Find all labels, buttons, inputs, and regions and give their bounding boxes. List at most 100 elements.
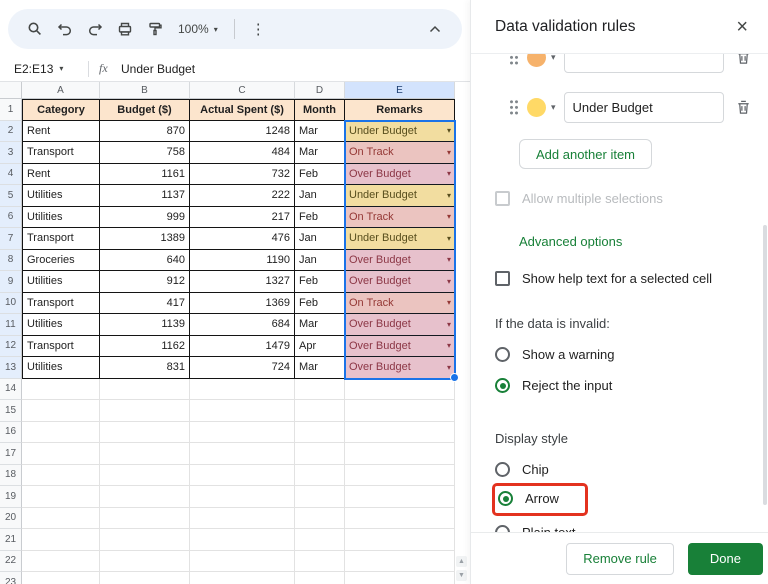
empty-cell[interactable] — [100, 400, 190, 422]
cell[interactable]: 1162 — [100, 336, 190, 358]
empty-cell[interactable] — [295, 572, 345, 584]
empty-cell[interactable] — [22, 572, 100, 584]
cell[interactable]: Mar — [295, 142, 345, 164]
cell[interactable]: Mar — [295, 357, 345, 379]
empty-cell[interactable] — [22, 508, 100, 530]
panel-scrollbar[interactable] — [763, 225, 767, 505]
cell[interactable]: Feb — [295, 293, 345, 315]
empty-cell[interactable] — [22, 551, 100, 573]
cell[interactable]: 1369 — [190, 293, 295, 315]
empty-cell[interactable] — [345, 422, 455, 444]
cell[interactable]: 640 — [100, 250, 190, 272]
dropdown-caret-icon[interactable]: ▾ — [447, 126, 451, 135]
cell[interactable]: 684 — [190, 314, 295, 336]
column-header-E[interactable]: E — [345, 82, 455, 99]
row-number[interactable]: 23 — [0, 572, 22, 584]
cell[interactable]: Rent — [22, 164, 100, 186]
row-number[interactable]: 9 — [0, 271, 22, 293]
cell[interactable]: 1389 — [100, 228, 190, 250]
cell[interactable]: 417 — [100, 293, 190, 315]
cell[interactable]: Mar — [295, 314, 345, 336]
empty-cell[interactable] — [190, 400, 295, 422]
column-header-D[interactable]: D — [295, 82, 345, 99]
select-all-corner[interactable] — [0, 82, 22, 99]
cell[interactable]: Feb — [295, 164, 345, 186]
empty-cell[interactable] — [295, 379, 345, 401]
cell[interactable]: 1161 — [100, 164, 190, 186]
row-number[interactable]: 14 — [0, 379, 22, 401]
column-header-C[interactable]: C — [190, 82, 295, 99]
empty-cell[interactable] — [345, 379, 455, 401]
row-number[interactable]: 16 — [0, 422, 22, 444]
cell[interactable]: 912 — [100, 271, 190, 293]
empty-cell[interactable] — [295, 529, 345, 551]
row-number[interactable]: 12 — [0, 336, 22, 358]
cell-remark[interactable]: Under Budget▾ — [345, 185, 455, 207]
cell-remark[interactable]: On Track▾ — [345, 207, 455, 229]
cell[interactable]: Transport — [22, 336, 100, 358]
cell[interactable]: 1137 — [100, 185, 190, 207]
zoom-control[interactable]: 100% ▾ — [170, 22, 226, 36]
row-number[interactable]: 21 — [0, 529, 22, 551]
cell[interactable]: 476 — [190, 228, 295, 250]
delete-item-icon[interactable] — [732, 99, 754, 116]
empty-cell[interactable] — [295, 465, 345, 487]
cell[interactable]: 758 — [100, 142, 190, 164]
header-cell[interactable]: Category — [22, 99, 100, 121]
empty-cell[interactable] — [190, 572, 295, 584]
radio-chip[interactable]: Chip — [495, 462, 754, 477]
remove-rule-button[interactable]: Remove rule — [566, 543, 674, 575]
dropdown-caret-icon[interactable]: ▾ — [447, 191, 451, 200]
empty-cell[interactable] — [190, 508, 295, 530]
empty-cell[interactable] — [295, 486, 345, 508]
radio-selected-icon[interactable] — [498, 491, 513, 506]
empty-cell[interactable] — [100, 508, 190, 530]
row-number[interactable]: 10 — [0, 293, 22, 315]
cell-remark[interactable]: Over Budget▾ — [345, 164, 455, 186]
cell-remark[interactable]: Over Budget▾ — [345, 314, 455, 336]
row-number[interactable]: 19 — [0, 486, 22, 508]
empty-cell[interactable] — [22, 379, 100, 401]
close-icon[interactable]: × — [730, 15, 754, 39]
cell[interactable]: 1139 — [100, 314, 190, 336]
empty-cell[interactable] — [295, 422, 345, 444]
row-number[interactable]: 20 — [0, 508, 22, 530]
row-number[interactable]: 6 — [0, 207, 22, 229]
cell[interactable]: Transport — [22, 228, 100, 250]
row-number[interactable]: 8 — [0, 250, 22, 272]
cell[interactable]: Rent — [22, 121, 100, 143]
cell[interactable]: Jan — [295, 185, 345, 207]
cell[interactable]: Feb — [295, 271, 345, 293]
cell[interactable]: Jan — [295, 228, 345, 250]
redo-icon[interactable] — [80, 14, 110, 44]
header-cell[interactable]: Month — [295, 99, 345, 121]
empty-cell[interactable] — [345, 465, 455, 487]
empty-cell[interactable] — [295, 443, 345, 465]
chevron-down-icon[interactable]: ▾ — [551, 102, 556, 113]
row-number[interactable]: 3 — [0, 142, 22, 164]
cell[interactable]: 1479 — [190, 336, 295, 358]
drag-handle-icon[interactable] — [509, 54, 519, 66]
dropdown-caret-icon[interactable]: ▾ — [447, 320, 451, 329]
empty-cell[interactable] — [22, 422, 100, 444]
scroll-down-icon[interactable]: ▼ — [456, 570, 467, 581]
column-header-B[interactable]: B — [100, 82, 190, 99]
fill-handle[interactable] — [450, 373, 459, 382]
cell[interactable]: Feb — [295, 207, 345, 229]
cell-remark[interactable]: Under Budget▾ — [345, 228, 455, 250]
cell[interactable]: 222 — [190, 185, 295, 207]
radio-arrow[interactable]: Arrow — [498, 491, 559, 506]
radio-show-warning[interactable]: Show a warning — [495, 347, 754, 362]
add-another-item-button[interactable]: Add another item — [519, 139, 652, 169]
empty-cell[interactable] — [100, 486, 190, 508]
cell[interactable]: 724 — [190, 357, 295, 379]
cell[interactable]: 484 — [190, 142, 295, 164]
empty-cell[interactable] — [190, 465, 295, 487]
dropdown-caret-icon[interactable]: ▾ — [447, 363, 451, 372]
sheet-scrollbar[interactable]: ▲ ▼ — [456, 556, 467, 581]
row-number[interactable]: 22 — [0, 551, 22, 573]
empty-cell[interactable] — [190, 379, 295, 401]
row-number[interactable]: 15 — [0, 400, 22, 422]
cell[interactable]: 999 — [100, 207, 190, 229]
done-button[interactable]: Done — [688, 543, 763, 575]
